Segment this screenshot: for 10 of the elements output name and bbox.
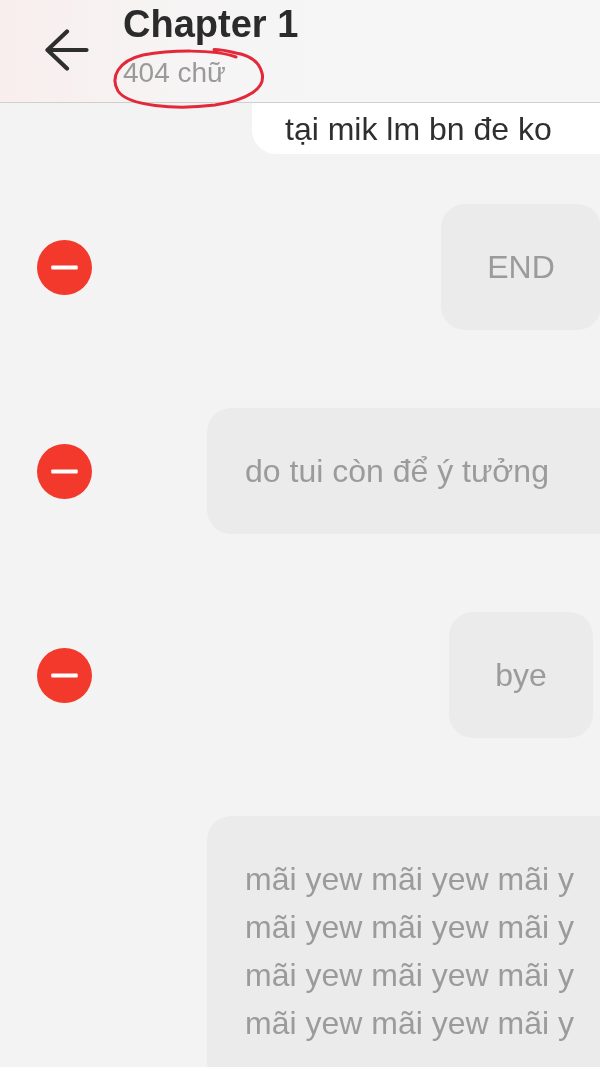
remove-icon[interactable] — [37, 443, 92, 499]
remove-icon[interactable] — [37, 647, 92, 703]
message-bubble: do tui còn để ý tưởng — [207, 408, 600, 534]
remove-icon[interactable] — [37, 239, 92, 295]
message-bubble: END — [441, 204, 600, 330]
back-icon[interactable] — [45, 29, 89, 71]
chapter-title: Chapter 1 — [123, 2, 299, 46]
message-bubble: mãi yew mãi yew mãi y mãi yew mãi yew mãi y mãi yew mãi yew mãi y mãi yew mãi yew mãi y — [207, 816, 600, 1067]
message-bubble: bye — [449, 612, 593, 738]
word-count: 404 chữ — [123, 57, 226, 89]
